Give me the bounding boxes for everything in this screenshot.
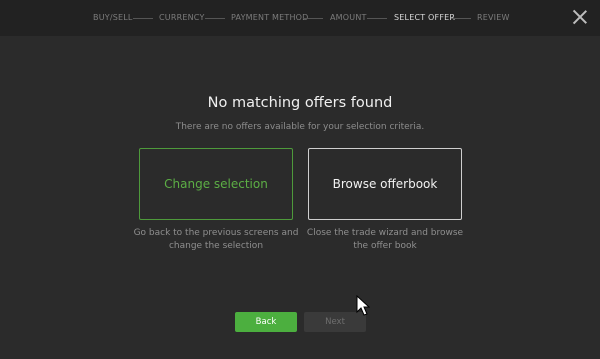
step-buy-sell[interactable]: BUY/SELL [93, 12, 133, 24]
page-subtitle: There are no offers available for your s… [175, 122, 425, 132]
step-currency[interactable]: CURRENCY [159, 12, 205, 24]
back-button[interactable]: Back [235, 312, 297, 332]
wizard-header: BUY/SELL CURRENCY PAYMENT METHOD AMOUNT … [0, 0, 600, 36]
step-review[interactable]: REVIEW [477, 12, 510, 24]
step-separator [451, 18, 471, 19]
change-selection-button[interactable]: Change selection [139, 148, 293, 220]
step-payment-method[interactable]: PAYMENT METHOD [231, 12, 309, 24]
step-separator [367, 18, 387, 19]
step-amount[interactable]: AMOUNT [330, 12, 367, 24]
mouse-pointer-icon [356, 295, 370, 316]
wizard-steps: BUY/SELL CURRENCY PAYMENT METHOD AMOUNT … [0, 0, 600, 36]
close-icon[interactable] [572, 9, 588, 25]
change-selection-description: Go back to the previous screens and chan… [133, 228, 299, 251]
browse-offerbook-button[interactable]: Browse offerbook [308, 148, 462, 220]
step-separator [205, 18, 225, 19]
change-selection-label: Change selection [164, 177, 268, 191]
page-title: No matching offers found [207, 95, 393, 111]
step-separator [133, 18, 153, 19]
step-separator [303, 18, 323, 19]
browse-offerbook-label: Browse offerbook [332, 177, 438, 191]
browse-offerbook-description: Close the trade wizard and browse the of… [306, 228, 464, 251]
step-select-offer[interactable]: SELECT OFFER [394, 12, 455, 24]
